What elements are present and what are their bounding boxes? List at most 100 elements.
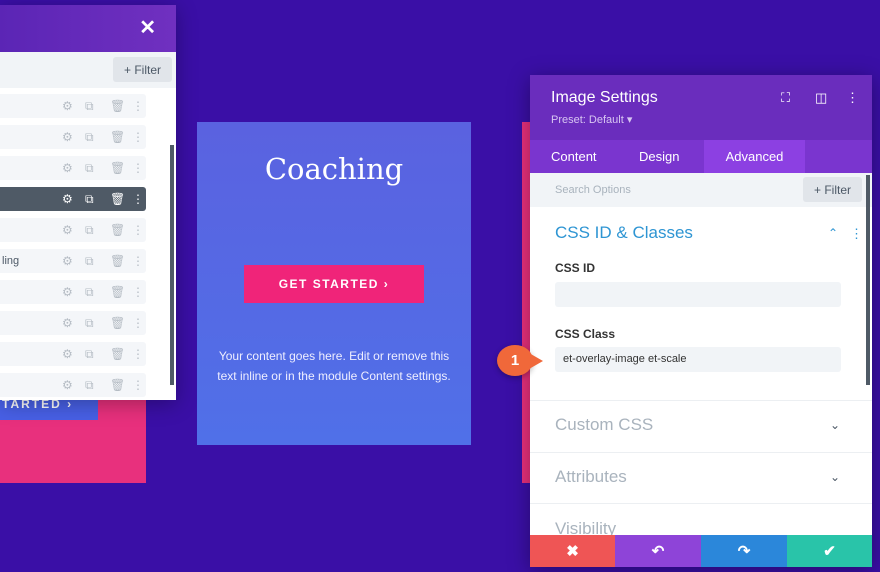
split-view-icon[interactable]: ◫ [815, 90, 827, 106]
duplicate-icon[interactable]: ⧉ [85, 254, 94, 269]
layer-row[interactable]: ⚙ ⧉ 🗑 ⋮ [0, 187, 146, 211]
filter-button[interactable]: + Filter [113, 57, 172, 82]
gear-icon[interactable]: ⚙ [62, 378, 73, 392]
trash-icon[interactable]: 🗑 [110, 378, 125, 392]
duplicate-icon[interactable]: ⧉ [85, 347, 94, 362]
redo-button[interactable]: ↷ [701, 535, 787, 567]
chevron-up-icon[interactable]: ⌃ [828, 226, 838, 240]
duplicate-icon[interactable]: ⧉ [85, 285, 94, 300]
css-id-label: CSS ID [555, 261, 596, 275]
trash-icon[interactable]: 🗑 [110, 347, 125, 361]
divider [530, 400, 872, 401]
chevron-down-icon[interactable]: ⌄ [830, 418, 840, 432]
css-class-label: CSS Class [555, 327, 616, 341]
save-button[interactable]: ✔ [787, 535, 872, 567]
gear-icon[interactable]: ⚙ [62, 192, 73, 206]
more-icon[interactable]: ⋮ [132, 192, 144, 206]
section-custom-css[interactable]: Custom CSS [555, 415, 653, 435]
trash-icon[interactable]: 🗑 [110, 99, 125, 113]
layer-row[interactable]: ling ⚙ ⧉ 🗑 ⋮ [0, 249, 146, 273]
duplicate-icon[interactable]: ⧉ [85, 316, 94, 331]
duplicate-icon[interactable]: ⧉ [85, 378, 94, 393]
layers-panel: ✕ + Filter ⚙ ⧉ 🗑 ⋮ ⚙ ⧉ 🗑 ⋮ ⚙ ⧉ 🗑 ⋮ ⚙ ⧉ 🗑… [0, 5, 176, 400]
css-class-input[interactable]: et-overlay-image et-scale [555, 347, 841, 372]
layer-label: ling [2, 255, 20, 267]
more-icon[interactable]: ⋮ [132, 316, 144, 330]
more-icon[interactable]: ⋮ [132, 99, 144, 113]
settings-header: Image Settings Preset: Default ▾ ⛶ ◫ ⋮ [530, 75, 872, 140]
gear-icon[interactable]: ⚙ [62, 254, 73, 268]
trash-icon[interactable]: 🗑 [110, 254, 125, 268]
gear-icon[interactable]: ⚙ [62, 161, 73, 175]
layer-row[interactable]: ⚙ ⧉ 🗑 ⋮ [0, 125, 146, 149]
more-icon[interactable]: ⋮ [132, 161, 144, 175]
gear-icon[interactable]: ⚙ [62, 130, 73, 144]
gear-icon[interactable]: ⚙ [62, 285, 73, 299]
trash-icon[interactable]: 🗑 [110, 285, 125, 299]
close-icon: ✖ [566, 543, 579, 560]
scrollbar[interactable] [170, 145, 174, 385]
search-options-input[interactable]: Search Options [555, 184, 631, 196]
card-text: Your content goes here. Edit or remove t… [217, 349, 451, 383]
gear-icon[interactable]: ⚙ [62, 347, 73, 361]
layers-filter-bar: + Filter [0, 52, 176, 88]
more-icon[interactable]: ⋮ [132, 223, 144, 237]
trash-icon[interactable]: 🗑 [110, 316, 125, 330]
step-badge: 1 [497, 345, 543, 376]
cancel-button[interactable]: ✖ [530, 535, 615, 567]
layer-row[interactable]: ⚙ ⧉ 🗑 ⋮ [0, 311, 146, 335]
divider [530, 503, 872, 504]
tab-design[interactable]: Design [618, 140, 704, 173]
gear-icon[interactable]: ⚙ [62, 316, 73, 330]
duplicate-icon[interactable]: ⧉ [85, 99, 94, 114]
trash-icon[interactable]: 🗑 [110, 192, 125, 206]
layer-row[interactable]: ⚙ ⧉ 🗑 ⋮ [0, 156, 146, 180]
section-attributes[interactable]: Attributes [555, 467, 627, 487]
get-started-button[interactable]: GET STARTED › [244, 265, 424, 303]
section-css-id-classes[interactable]: CSS ID & Classes [555, 223, 693, 243]
duplicate-icon[interactable]: ⧉ [85, 192, 94, 207]
fullscreen-icon[interactable]: ⛶ [781, 90, 790, 106]
coaching-card: Coaching GET STARTED › Your content goes… [197, 122, 471, 445]
css-id-input[interactable] [555, 282, 841, 307]
card-title: Coaching [264, 152, 404, 186]
more-icon[interactable]: ⋮ [132, 130, 144, 144]
duplicate-icon[interactable]: ⧉ [85, 130, 94, 145]
background-pink-strip [522, 122, 530, 483]
search-bar: Search Options + Filter [530, 173, 872, 207]
undo-button[interactable]: ↶ [615, 535, 701, 567]
gear-icon[interactable]: ⚙ [62, 223, 73, 237]
more-options-icon[interactable]: ⋮ [846, 90, 859, 106]
filter-button[interactable]: + Filter [803, 177, 862, 202]
section-more-icon[interactable]: ⋮ [850, 226, 863, 242]
image-settings-panel: Image Settings Preset: Default ▾ ⛶ ◫ ⋮ C… [530, 75, 872, 567]
chevron-down-icon[interactable]: ⌄ [830, 470, 840, 484]
settings-title: Image Settings [551, 89, 658, 106]
duplicate-icon[interactable]: ⧉ [85, 161, 94, 176]
undo-icon: ↶ [651, 543, 665, 560]
tab-advanced[interactable]: Advanced [704, 140, 805, 173]
layer-row[interactable]: ⚙ ⧉ 🗑 ⋮ [0, 218, 146, 242]
settings-tabs: Content Design Advanced [530, 140, 872, 173]
trash-icon[interactable]: 🗑 [110, 130, 125, 144]
layer-row[interactable]: ⚙ ⧉ 🗑 ⋮ [0, 94, 146, 118]
layer-row[interactable]: ⚙ ⧉ 🗑 ⋮ [0, 280, 146, 304]
layer-row[interactable]: ⚙ ⧉ 🗑 ⋮ [0, 373, 146, 397]
redo-icon: ↷ [737, 543, 751, 560]
tab-content[interactable]: Content [530, 140, 618, 173]
trash-icon[interactable]: 🗑 [110, 223, 125, 237]
scrollbar[interactable] [866, 175, 870, 385]
divider [530, 452, 872, 453]
more-icon[interactable]: ⋮ [132, 285, 144, 299]
layer-row[interactable]: ⚙ ⧉ 🗑 ⋮ [0, 342, 146, 366]
more-icon[interactable]: ⋮ [132, 378, 144, 392]
more-icon[interactable]: ⋮ [132, 254, 144, 268]
trash-icon[interactable]: 🗑 [110, 161, 125, 175]
layers-header: ✕ [0, 5, 176, 52]
close-icon[interactable]: ✕ [139, 15, 156, 40]
duplicate-icon[interactable]: ⧉ [85, 223, 94, 238]
preset-dropdown[interactable]: Preset: Default ▾ [551, 113, 632, 126]
gear-icon[interactable]: ⚙ [62, 99, 73, 113]
check-icon: ✔ [823, 543, 836, 560]
more-icon[interactable]: ⋮ [132, 347, 144, 361]
